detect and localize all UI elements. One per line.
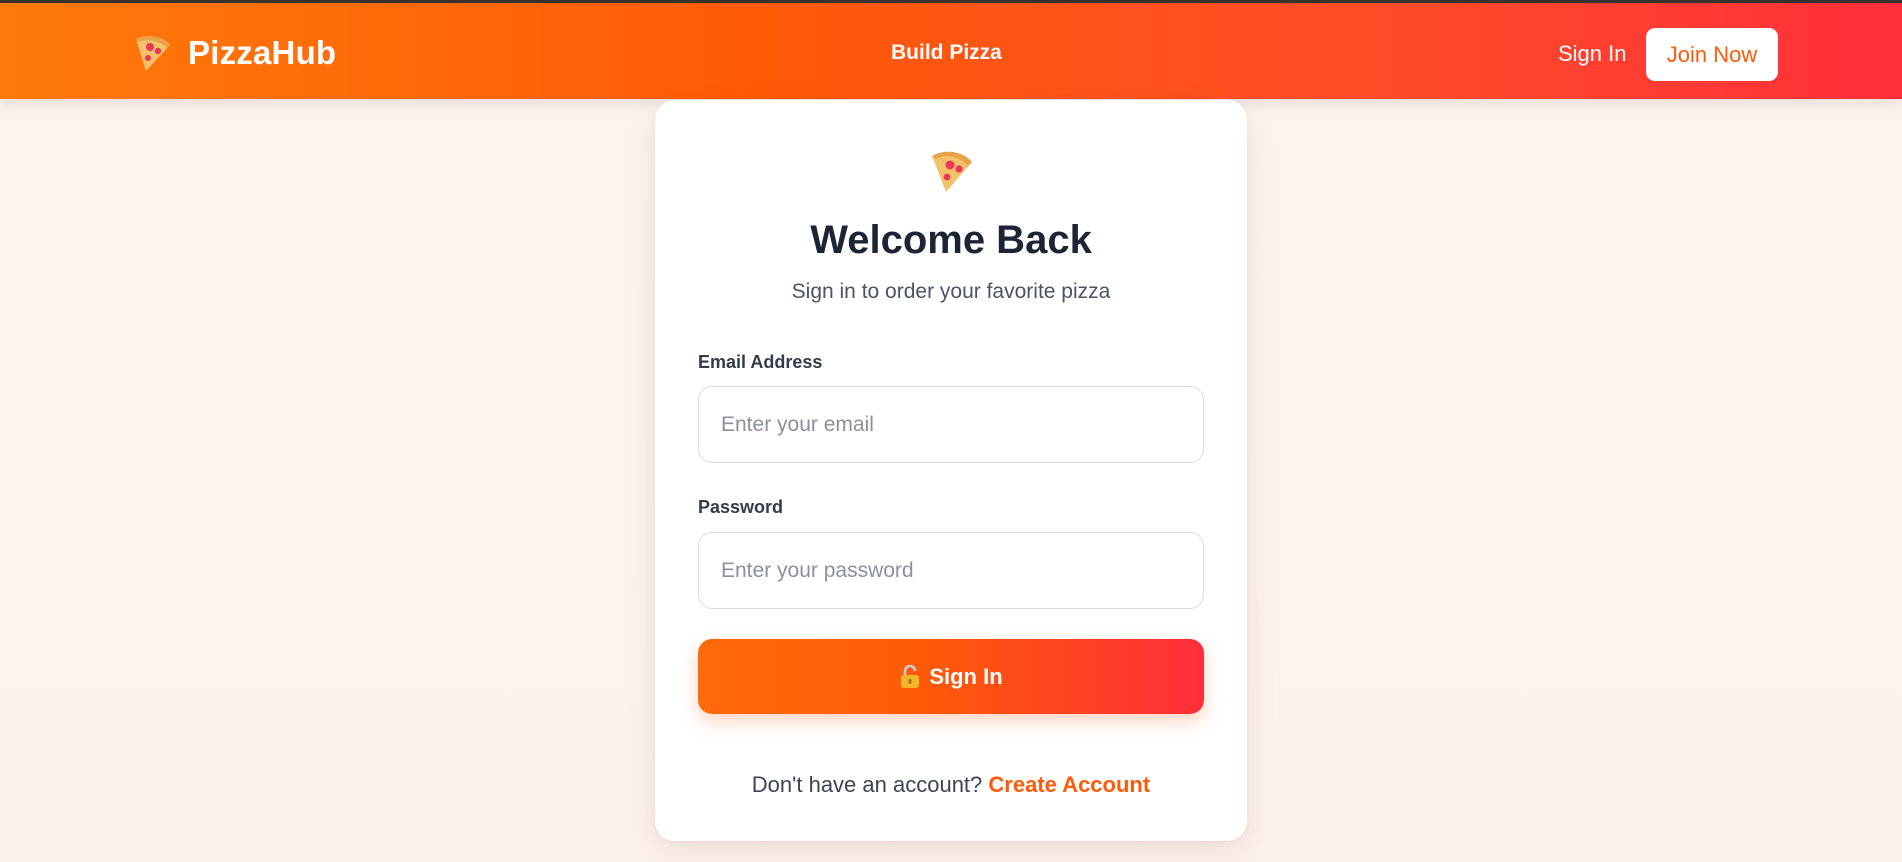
password-field[interactable] [698,532,1204,609]
create-account-prompt: Don't have an account? Create Account [655,772,1247,798]
brand-logo[interactable]: PizzaHub [130,31,336,75]
brand-name: PizzaHub [188,34,337,71]
sign-in-submit-label: Sign In [929,663,1003,689]
join-now-button[interactable]: Join Now [1646,28,1778,81]
email-label: Email Address [698,352,823,372]
create-account-link[interactable]: Create Account [988,772,1150,797]
pizza-slice-icon [136,36,170,71]
navbar: PizzaHub Build Pizza Sign In Join Now [0,3,1902,99]
nav-sign-in-link[interactable]: Sign In [1558,41,1627,67]
pizza-slice-icon [932,151,972,192]
sign-in-submit-button[interactable]: Sign In [698,639,1204,714]
page-title: Welcome Back [810,218,1092,262]
email-field[interactable] [698,386,1204,463]
password-label: Password [698,497,784,517]
sign-in-card: Welcome Back Sign in to order your favor… [655,100,1247,841]
unlocked-padlock-icon [901,664,920,688]
page-subtitle: Sign in to order your favorite pizza [791,280,1111,303]
create-account-question: Don't have an account? [751,772,983,797]
nav-build-pizza-link[interactable]: Build Pizza [891,41,1002,65]
